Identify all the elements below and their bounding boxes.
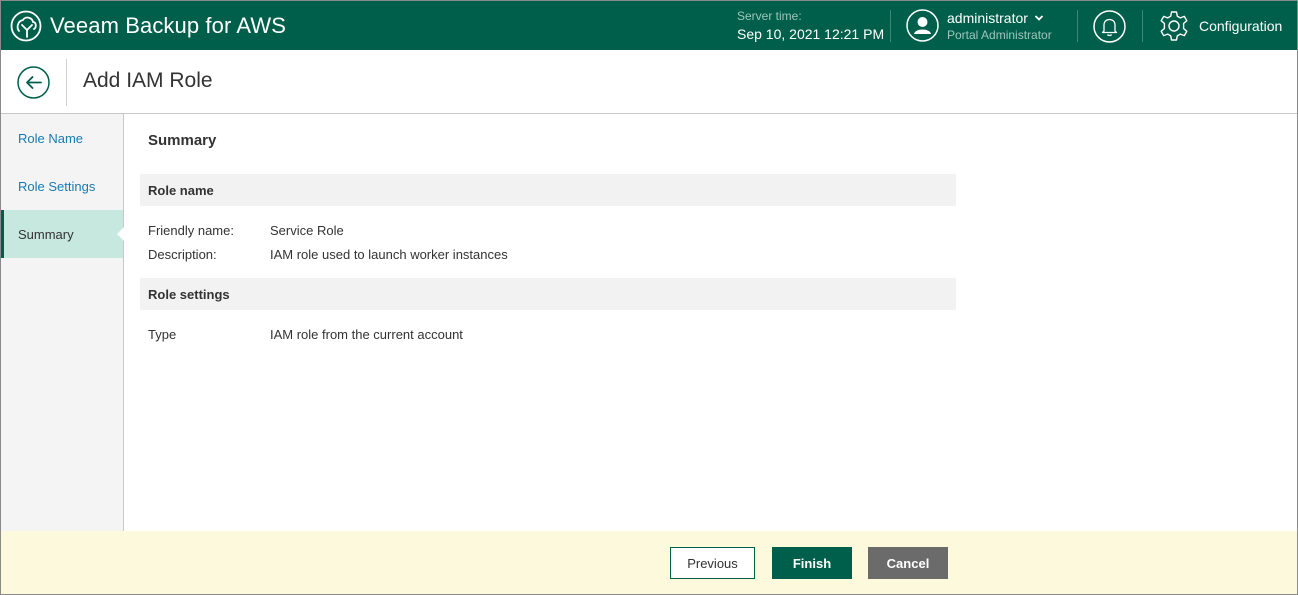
- veeam-logo-icon: [10, 10, 42, 42]
- group-header-role-name: Role name: [140, 174, 956, 206]
- page-header: Add IAM Role: [1, 50, 1297, 114]
- wizard-steps: Role Name Role Settings Summary: [1, 114, 124, 531]
- user-menu[interactable]: administrator Portal Administrator: [906, 9, 1052, 42]
- top-bar: Veeam Backup for AWS Server time: Sep 10…: [1, 1, 1297, 50]
- row-value: IAM role from the current account: [270, 327, 463, 342]
- user-text: administrator Portal Administrator: [947, 10, 1052, 42]
- chevron-down-icon: [1034, 15, 1044, 21]
- brand: Veeam Backup for AWS: [10, 10, 286, 42]
- top-bar-divider: [1077, 10, 1078, 42]
- row-value: IAM role used to launch worker instances: [270, 247, 508, 262]
- wizard-footer: Previous Finish Cancel: [1, 531, 1297, 594]
- group-header-role-settings: Role settings: [140, 278, 956, 310]
- user-name: administrator: [947, 10, 1052, 27]
- gear-icon: [1160, 11, 1188, 41]
- summary-row: Type IAM role from the current account: [148, 327, 463, 342]
- user-role: Portal Administrator: [947, 27, 1052, 42]
- step-summary[interactable]: Summary: [1, 210, 124, 258]
- app-title: Veeam Backup for AWS: [50, 13, 286, 38]
- summary-row: Description: IAM role used to launch wor…: [148, 247, 508, 262]
- row-key: Type: [148, 327, 177, 342]
- row-key: Friendly name:: [148, 223, 234, 238]
- previous-button[interactable]: Previous: [670, 547, 755, 579]
- summary-row: Friendly name: Service Role: [148, 223, 344, 238]
- finish-button[interactable]: Finish: [772, 547, 852, 579]
- header-divider: [66, 59, 67, 106]
- row-key: Description:: [148, 247, 217, 262]
- app-window: Veeam Backup for AWS Server time: Sep 10…: [0, 0, 1298, 595]
- top-bar-divider: [890, 10, 891, 42]
- step-role-settings[interactable]: Role Settings: [1, 162, 123, 210]
- page-title: Add IAM Role: [83, 69, 213, 92]
- step-role-name[interactable]: Role Name: [1, 114, 123, 162]
- configuration-label: Configuration: [1199, 18, 1283, 34]
- cancel-button[interactable]: Cancel: [868, 547, 948, 579]
- configuration-button[interactable]: Configuration: [1157, 9, 1282, 43]
- user-avatar-icon: [906, 9, 939, 42]
- server-time: Server time: Sep 10, 2021 12:21 PM: [737, 9, 884, 43]
- server-time-label: Server time:: [737, 9, 802, 23]
- summary-panel: Summary Role name Friendly name: Service…: [125, 114, 1297, 531]
- top-bar-divider: [1142, 10, 1143, 42]
- server-time-value: Sep 10, 2021 12:21 PM: [737, 26, 885, 42]
- user-name-label: administrator: [947, 9, 1028, 26]
- bell-icon[interactable]: [1093, 10, 1126, 43]
- section-title: Summary: [148, 132, 217, 149]
- back-arrow-icon[interactable]: [17, 66, 50, 99]
- row-value: Service Role: [270, 223, 344, 238]
